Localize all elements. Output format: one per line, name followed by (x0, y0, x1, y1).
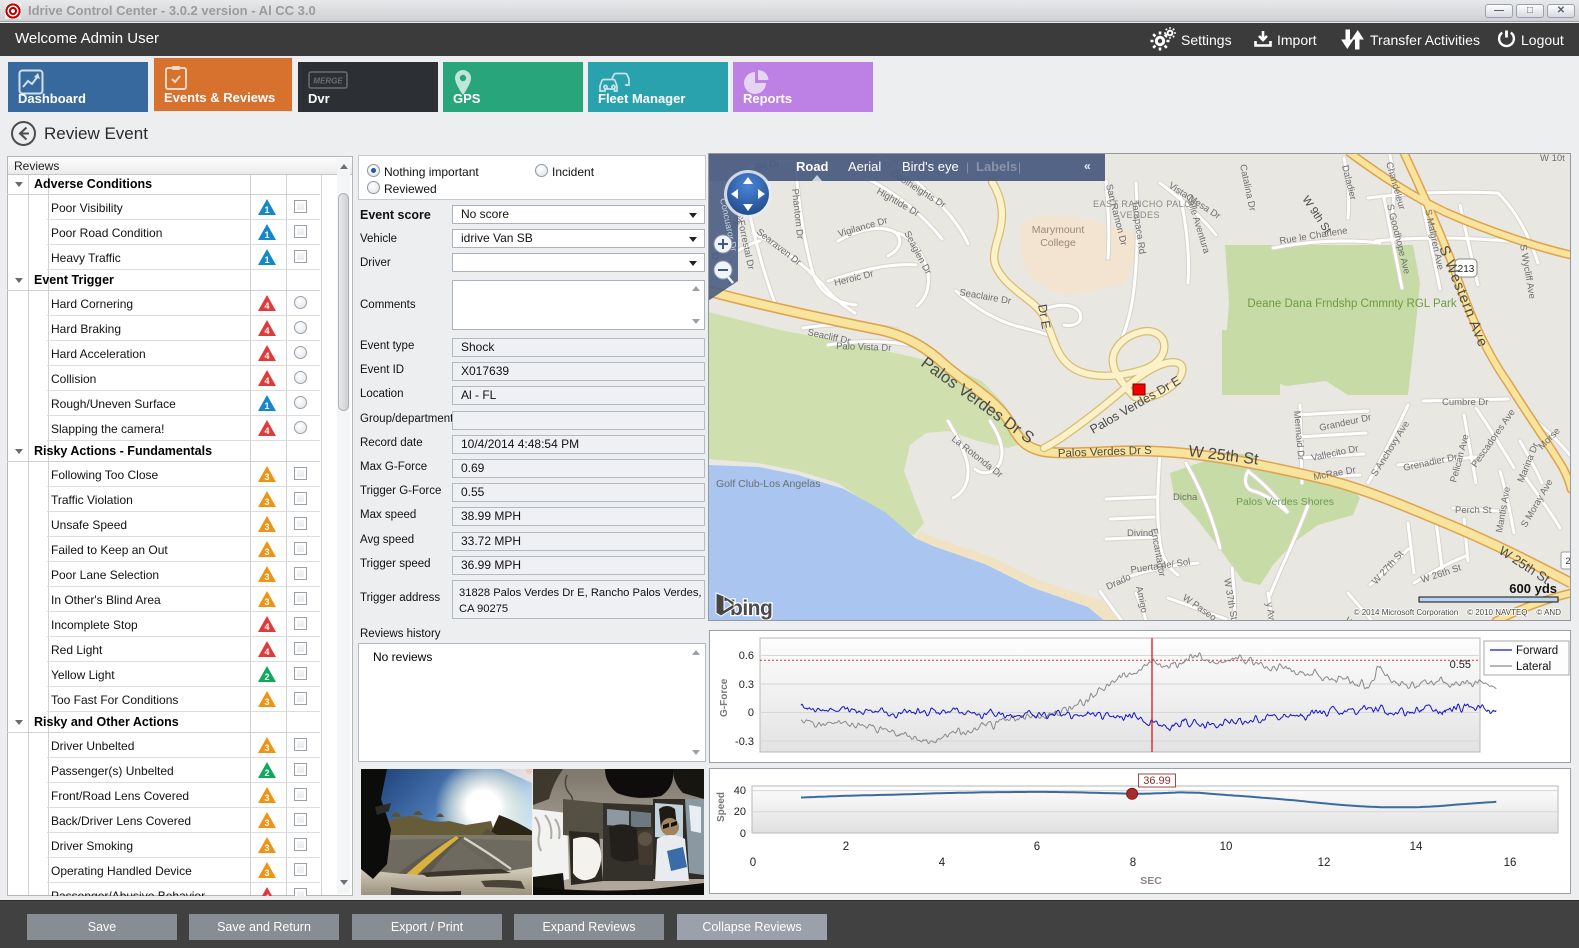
svg-text:4: 4 (264, 893, 269, 896)
svg-text:40: 40 (734, 785, 746, 797)
svg-text:Cumbre Dr: Cumbre Dr (1442, 397, 1488, 408)
svg-text:6: 6 (1034, 841, 1040, 853)
svg-text:3: 3 (264, 522, 269, 532)
svg-text:4: 4 (264, 301, 269, 311)
svg-text:8: 8 (1130, 857, 1136, 869)
svg-text:3: 3 (264, 793, 269, 803)
svg-text:© 2014 Microsoft Corporation: © 2014 Microsoft Corporation © 2010 NAVT… (1354, 608, 1562, 617)
svg-text:Labels: Labels (976, 159, 1017, 174)
svg-text:VERDES: VERDES (1120, 210, 1160, 220)
svg-text:16: 16 (1504, 857, 1517, 869)
svg-text:Aerial: Aerial (848, 159, 881, 174)
svg-text:EAST RANCHO PALOS: EAST RANCHO PALOS (1093, 199, 1198, 209)
svg-text:12: 12 (1318, 857, 1331, 869)
svg-text:3: 3 (264, 868, 269, 878)
svg-text:600 yds: 600 yds (1509, 581, 1557, 596)
svg-text:3: 3 (264, 547, 269, 557)
svg-text:SEC: SEC (1140, 875, 1162, 887)
svg-text:Forward: Forward (1516, 645, 1558, 657)
svg-text:|: | (966, 160, 969, 174)
svg-text:Perch St: Perch St (1455, 505, 1492, 516)
svg-text:4: 4 (264, 376, 269, 386)
svg-text:20: 20 (734, 806, 746, 818)
svg-text:0.3: 0.3 (739, 679, 754, 691)
svg-text:3: 3 (264, 597, 269, 607)
svg-text:0.6: 0.6 (739, 650, 754, 662)
svg-text:3: 3 (264, 818, 269, 828)
svg-text:3: 3 (264, 743, 269, 753)
svg-text:|: | (1018, 160, 1021, 174)
svg-text:1: 1 (264, 255, 269, 265)
svg-text:bing: bing (730, 597, 772, 620)
svg-text:Road: Road (796, 159, 829, 174)
svg-text:W 10t: W 10t (1540, 153, 1565, 164)
svg-text:Dicha: Dicha (1173, 492, 1198, 503)
svg-text:Bird's eye: Bird's eye (902, 159, 959, 174)
svg-text:2: 2 (264, 672, 269, 682)
svg-text:14: 14 (1410, 841, 1423, 853)
svg-text:4: 4 (264, 351, 269, 361)
svg-text:4: 4 (264, 647, 269, 657)
svg-text:3: 3 (264, 497, 269, 507)
svg-text:Palo Vista Dr: Palo Vista Dr (836, 341, 892, 354)
svg-text:0: 0 (748, 707, 754, 719)
svg-text:4: 4 (939, 857, 946, 869)
svg-text:Golf Club-Los Angelas: Golf Club-Los Angelas (716, 478, 820, 490)
svg-text:2: 2 (843, 841, 849, 853)
svg-text:3: 3 (264, 697, 269, 707)
svg-text:0.55: 0.55 (1450, 659, 1471, 671)
svg-text:3: 3 (264, 472, 269, 482)
svg-text:Palos Verdes Shores: Palos Verdes Shores (1236, 496, 1334, 508)
svg-text:2: 2 (1565, 556, 1570, 566)
svg-text:«: « (1084, 159, 1091, 173)
svg-text:4: 4 (264, 326, 269, 336)
svg-text:1: 1 (264, 401, 269, 411)
svg-text:2: 2 (264, 768, 269, 778)
svg-text:1: 1 (264, 230, 269, 240)
svg-text:G-Force: G-Force (719, 678, 730, 717)
svg-text:3: 3 (264, 843, 269, 853)
svg-text:4: 4 (264, 426, 269, 436)
svg-text:0: 0 (750, 857, 756, 869)
svg-text:0: 0 (740, 828, 746, 840)
svg-text:Deane Dana Frndshp Cmmnty RGL: Deane Dana Frndshp Cmmnty RGL Park (1247, 298, 1456, 310)
svg-text:36.99: 36.99 (1143, 775, 1171, 787)
svg-text:Marymount: Marymount (1032, 224, 1085, 236)
svg-text:1: 1 (264, 205, 269, 215)
svg-text:College: College (1040, 237, 1076, 249)
svg-text:-0.3: -0.3 (735, 736, 754, 748)
svg-text:Divino: Divino (1127, 528, 1153, 539)
svg-text:Speed: Speed (716, 792, 727, 822)
svg-text:10: 10 (1220, 841, 1233, 853)
svg-text:Lateral: Lateral (1516, 661, 1551, 673)
svg-text:4: 4 (264, 622, 269, 632)
svg-text:3: 3 (264, 572, 269, 582)
